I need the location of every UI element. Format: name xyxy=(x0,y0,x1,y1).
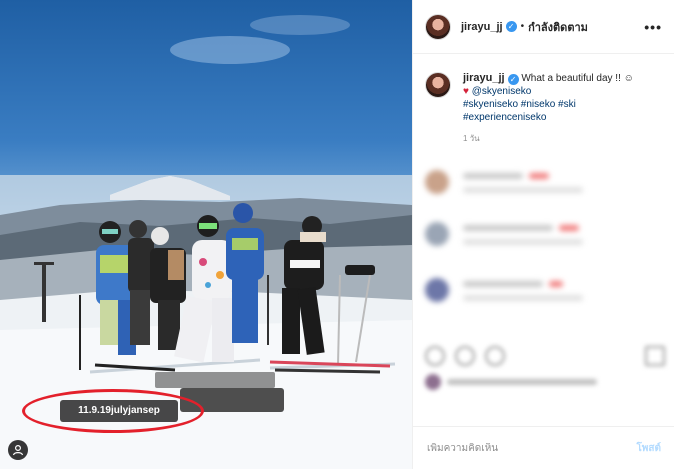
hashtags[interactable]: #experienceniseko xyxy=(463,111,634,124)
post-comment-button[interactable]: โพสต์ xyxy=(636,441,661,456)
list-item xyxy=(425,170,665,200)
comments-list-blurred xyxy=(413,160,674,330)
comment-icon[interactable] xyxy=(455,346,475,366)
post-sidebar: jirayu_jj ✓ • กำลังติดตาม ••• jirayu_jj ✓… xyxy=(412,0,674,469)
heart-icon[interactable] xyxy=(425,346,445,366)
user-tag-icon[interactable] xyxy=(8,440,28,460)
post-header: jirayu_jj ✓ • กำลังติดตาม ••• xyxy=(413,0,674,54)
header-username[interactable]: jirayu_jj xyxy=(461,21,503,33)
photo-tag-blurred[interactable] xyxy=(155,372,275,388)
list-item xyxy=(425,278,665,308)
avatar[interactable] xyxy=(425,72,451,98)
caption-body: jirayu_jj ✓ What a beautiful day !! ☺ ♥ @… xyxy=(463,72,634,124)
action-bar-blurred xyxy=(425,346,665,370)
highlight-circle xyxy=(22,389,204,433)
mention-link[interactable]: @skyeniseko xyxy=(472,86,532,97)
post-photo[interactable]: 11.9.19julyjansep xyxy=(0,0,412,469)
separator-dot: • xyxy=(520,21,525,32)
comment-input[interactable] xyxy=(427,442,637,454)
verified-badge-icon: ✓ xyxy=(505,21,517,32)
comment-bar: โพสต์ xyxy=(413,426,674,469)
caption-text: What a beautiful day !! ☺ xyxy=(521,73,634,84)
follow-status-button[interactable]: กำลังติดตาม xyxy=(528,18,588,36)
hashtags[interactable]: #skyeniseko #niseko #ski xyxy=(463,98,634,111)
likes-blurred xyxy=(425,374,625,392)
list-item xyxy=(425,222,665,252)
avatar[interactable] xyxy=(425,13,451,40)
share-icon[interactable] xyxy=(485,346,505,366)
more-options-icon[interactable]: ••• xyxy=(644,19,662,35)
caption-username[interactable]: jirayu_jj xyxy=(463,72,505,84)
verified-badge-icon: ✓ xyxy=(507,74,519,85)
bookmark-icon[interactable] xyxy=(645,346,665,366)
post-time: 1 วัน xyxy=(463,134,480,143)
person-icon xyxy=(12,444,24,456)
caption: jirayu_jj ✓ What a beautiful day !! ☺ ♥ @… xyxy=(413,54,674,124)
heart-icon: ♥ xyxy=(463,86,469,97)
